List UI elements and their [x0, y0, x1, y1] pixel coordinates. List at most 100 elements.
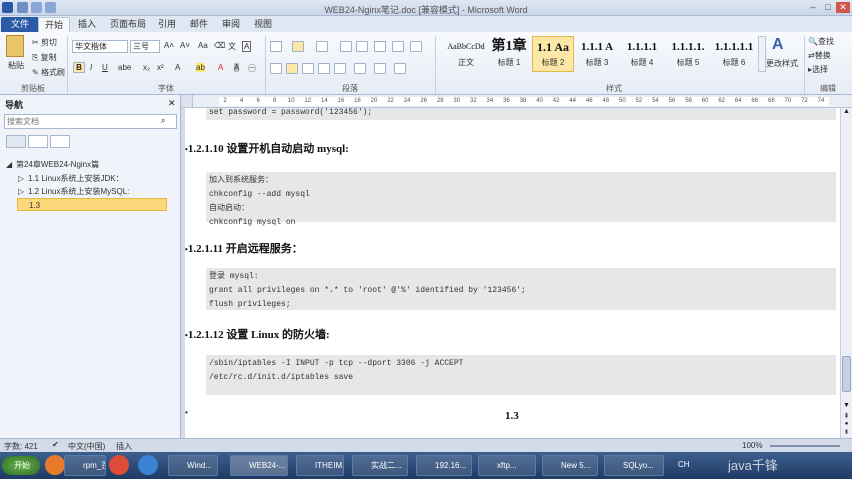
align-right-icon[interactable] — [302, 63, 314, 74]
zoom-slider[interactable] — [770, 445, 840, 447]
tab-references[interactable]: 引用 — [152, 17, 182, 32]
nav-close-icon[interactable]: ✕ — [168, 98, 176, 109]
next-page-icon[interactable]: ⇟ — [842, 428, 851, 437]
zoom-level[interactable]: 100% — [742, 441, 762, 450]
char-border-icon[interactable]: A — [242, 41, 252, 52]
nav-item-1-3[interactable]: 1.3 — [17, 198, 167, 211]
word-count[interactable]: 字数: 421 — [4, 441, 38, 452]
show-marks-icon[interactable] — [410, 41, 422, 52]
expand-icon[interactable]: ▷ — [18, 185, 24, 198]
styles-scroll[interactable] — [758, 36, 766, 72]
scroll-thumb[interactable] — [842, 356, 851, 392]
shading-icon[interactable] — [374, 63, 386, 74]
font-name-combo[interactable]: 华文楷体 — [72, 40, 128, 53]
vertical-scrollbar[interactable]: ▲ ▼ ⇞ ● ⇟ — [840, 108, 852, 438]
enclose-char-icon[interactable]: ㊀ — [248, 63, 256, 74]
cut-button[interactable]: ✂ 剪切 — [32, 37, 57, 48]
align-left-icon[interactable] — [270, 63, 282, 74]
expand-icon[interactable]: ▷ — [18, 172, 24, 185]
strikethrough-icon[interactable]: abe — [118, 63, 131, 72]
prev-page-icon[interactable]: ⇞ — [842, 412, 851, 421]
style-heading-4[interactable]: 1.1.1.1 标题 4 — [620, 36, 664, 72]
increase-indent-icon[interactable] — [356, 41, 368, 52]
minimize-icon[interactable]: – — [806, 2, 820, 13]
find-button[interactable]: 🔍查找 — [808, 36, 834, 47]
nav-pages-tab[interactable] — [28, 135, 48, 148]
borders-icon[interactable] — [394, 63, 406, 74]
browse-object-icon[interactable]: ● — [842, 421, 851, 427]
bullets-icon[interactable] — [270, 41, 282, 52]
change-case-icon[interactable]: Aa — [198, 41, 208, 50]
language-indicator[interactable]: 中文(中国) — [68, 441, 105, 452]
tab-mailings[interactable]: 邮件 — [184, 17, 214, 32]
tab-review[interactable]: 审阅 — [216, 17, 246, 32]
underline-icon[interactable]: U — [102, 63, 108, 72]
copy-button[interactable]: ⎘ 复制 — [32, 52, 57, 63]
bold-icon[interactable]: B — [73, 62, 85, 73]
replace-button[interactable]: ⇄替换 — [808, 50, 831, 61]
tab-file[interactable]: 文件 — [1, 17, 40, 32]
chinese-layout-icon[interactable] — [374, 41, 386, 52]
input-language[interactable]: CH — [678, 460, 690, 469]
multilevel-list-icon[interactable] — [316, 41, 328, 52]
select-button[interactable]: ▸选择 — [808, 64, 828, 75]
taskbar-item[interactable]: New 5... — [542, 455, 598, 476]
format-painter-button[interactable]: ✎ 格式刷 — [32, 67, 65, 78]
taskbar-item[interactable]: 实战二... — [352, 455, 408, 476]
close-icon[interactable]: ✕ — [836, 2, 850, 13]
style-normal[interactable]: AaBbCcDd 正文 — [440, 36, 492, 72]
tab-home[interactable]: 开始 — [38, 17, 71, 32]
style-heading-5[interactable]: 1.1.1.1. 标题 5 — [666, 36, 710, 72]
style-heading-1[interactable]: 第1章 标题 1 — [486, 36, 532, 72]
line-spacing-icon[interactable] — [354, 63, 366, 74]
taskbar-item[interactable]: Wind... — [168, 455, 218, 476]
phonetic-icon[interactable]: 文 — [228, 41, 236, 52]
tab-insert[interactable]: 插入 — [72, 17, 102, 32]
taskbar-item[interactable]: xftp... — [478, 455, 536, 476]
change-styles-icon[interactable]: A — [772, 36, 784, 54]
paste-icon[interactable] — [6, 35, 24, 57]
justify-icon[interactable] — [318, 63, 330, 74]
horizontal-ruler[interactable]: 2 4 6 8 10 12 14 16 18 20 22 24 26 28 30 32 34 36 38 40 42 44… — [181, 95, 852, 108]
taskbar-item-word[interactable]: WEB24-... — [230, 455, 288, 476]
firefox-icon[interactable] — [45, 455, 65, 475]
grow-font-icon[interactable]: A˄ — [164, 41, 174, 50]
start-button[interactable]: 开始 — [2, 456, 40, 475]
search-icon[interactable]: ⌕ — [161, 116, 165, 126]
taskbar-item[interactable]: 192.16... — [416, 455, 472, 476]
proofing-icon[interactable]: ✔ — [52, 440, 59, 449]
sort-icon[interactable] — [392, 41, 404, 52]
style-heading-2[interactable]: 1.1 Aa 标题 2 — [532, 36, 574, 72]
nav-search-input[interactable] — [7, 116, 157, 127]
taskbar-item[interactable]: ITHEIM... — [296, 455, 344, 476]
scroll-up-icon[interactable]: ▲ — [842, 108, 851, 118]
nav-item-mysql[interactable]: ▷ 1.2 Linux系统上安装MySQL: — [8, 185, 173, 198]
italic-icon[interactable]: I — [90, 63, 92, 72]
shrink-font-icon[interactable]: A˅ — [180, 41, 190, 50]
change-styles-button[interactable]: 更改样式 — [766, 58, 798, 69]
collapse-icon[interactable]: ◢ — [6, 158, 12, 171]
tab-view[interactable]: 视图 — [248, 17, 278, 32]
taskbar-item[interactable]: rpm_百... — [64, 455, 106, 476]
paste-button[interactable]: 粘贴 — [8, 60, 24, 71]
tab-selector-icon[interactable] — [181, 95, 193, 107]
nav-item-jdk[interactable]: ▷ 1.1 Linux系统上安装JDK： — [8, 172, 173, 185]
scroll-down-icon[interactable]: ▼ — [842, 402, 851, 411]
decrease-indent-icon[interactable] — [340, 41, 352, 52]
ie-icon[interactable] — [138, 455, 158, 475]
chrome-icon[interactable] — [109, 455, 129, 475]
nav-results-tab[interactable] — [50, 135, 70, 148]
distribute-icon[interactable] — [334, 63, 346, 74]
superscript-icon[interactable]: x² — [157, 63, 164, 72]
subscript-icon[interactable]: x₂ — [143, 63, 150, 72]
align-center-icon[interactable] — [286, 63, 298, 74]
tab-page-layout[interactable]: 页面布局 — [104, 17, 152, 32]
maximize-icon[interactable]: □ — [821, 2, 835, 13]
clear-format-icon[interactable]: ⌫ — [214, 41, 225, 50]
document-page[interactable]: set password = password('123456'); •1.2.… — [185, 108, 840, 438]
style-heading-3[interactable]: 1.1.1 A 标题 3 — [576, 36, 618, 72]
nav-item-chapter[interactable]: ◢ 第24章WEB24-Nginx篇 — [4, 158, 169, 171]
text-effect-icon[interactable]: A — [175, 63, 180, 72]
numbering-icon[interactable] — [292, 41, 304, 52]
char-shading-icon[interactable]: A — [234, 63, 240, 72]
